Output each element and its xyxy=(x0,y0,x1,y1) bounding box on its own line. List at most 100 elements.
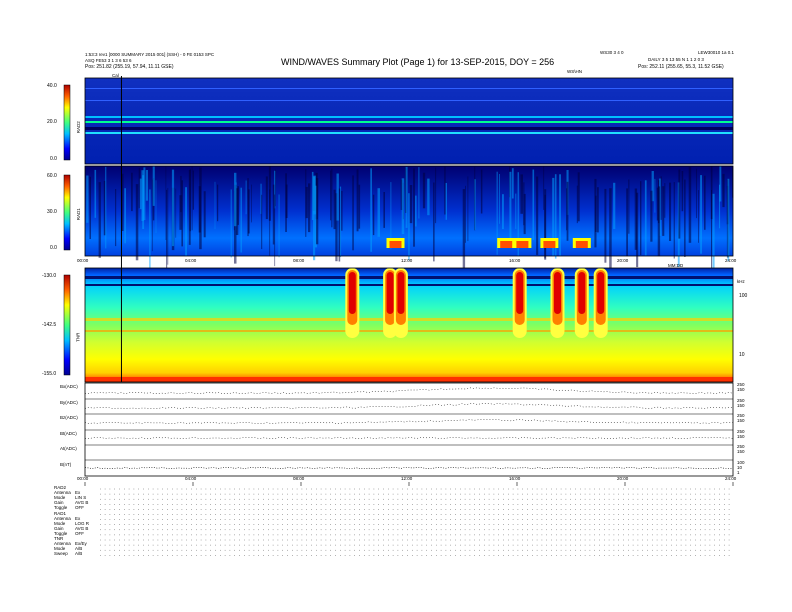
time-tick-label: 08:00 xyxy=(293,258,305,263)
rad1-streak xyxy=(595,195,597,232)
tnr-event-mark xyxy=(554,272,561,314)
time-tick-label: 12:00 xyxy=(401,476,413,481)
rad1-streak xyxy=(171,169,175,247)
rad1-streak xyxy=(444,166,446,215)
rad1-streak xyxy=(520,174,523,214)
footer-value: A/B xyxy=(75,551,83,557)
line-panel-scale: 150 xyxy=(737,434,745,439)
rad1-streak xyxy=(336,173,339,221)
rad1-streak xyxy=(597,187,599,233)
rad2-band-1 xyxy=(85,116,733,118)
rad1-streak xyxy=(98,182,101,258)
spectrogram-svg xyxy=(63,76,734,556)
rad1-streak xyxy=(261,194,263,250)
rad1-streak xyxy=(272,184,275,245)
rad1-streak xyxy=(139,178,142,210)
time-tick-label: 04:00 xyxy=(185,476,197,481)
rad1-streak xyxy=(175,188,177,238)
rad1-streak xyxy=(230,189,232,258)
rad1-streak xyxy=(654,178,656,213)
rad1-streak xyxy=(719,166,722,202)
tnr-event-mark xyxy=(597,272,605,314)
rad1-tick-bottom: 0.0 xyxy=(50,245,57,251)
rad1-streak xyxy=(405,166,408,228)
line-panel-label: Bt(ADC) xyxy=(60,431,77,436)
footer-key: Sweep xyxy=(54,551,68,557)
rad2-tick-mid: 20.0 xyxy=(47,119,57,125)
rad1-streak xyxy=(124,188,126,244)
rad1-streak xyxy=(245,180,247,215)
line-panel-scale: 150 xyxy=(737,403,745,408)
rad1-streak xyxy=(251,184,252,223)
rad1-streak xyxy=(203,191,206,238)
rad1-streak xyxy=(181,180,183,247)
rad1-streak xyxy=(370,168,372,252)
rad1-streak xyxy=(192,170,194,210)
rad1-streak xyxy=(644,180,647,256)
rad1-streak xyxy=(311,171,314,221)
tnr-tick-top: -130.0 xyxy=(42,273,57,279)
rad1-label: RAD1 xyxy=(75,208,81,221)
tnr-event-mark xyxy=(348,272,356,314)
rad1-streak xyxy=(408,193,410,261)
rad1-streak xyxy=(265,176,268,220)
rad2-tick-top: 40.0 xyxy=(47,83,57,89)
rad1-streak xyxy=(333,189,336,230)
rad1-streak xyxy=(700,175,702,254)
time-tick-label: 24:00 xyxy=(725,258,737,263)
rad1-streak xyxy=(559,174,561,256)
rad1-streak xyxy=(278,194,280,258)
line-panel-scale: 150 xyxy=(737,418,745,423)
rad2-band-5 xyxy=(85,88,733,89)
rad1-streak xyxy=(467,176,469,242)
tnr-tick-mid: -142.5 xyxy=(42,322,57,328)
rad1-streak xyxy=(657,186,661,257)
rad1-streak xyxy=(660,176,662,220)
time-tick-label: 16:00 xyxy=(509,476,521,481)
rad1-streak xyxy=(155,180,157,234)
rad1-streak xyxy=(240,187,242,253)
rad1-streak xyxy=(445,183,447,220)
rad1-streak xyxy=(131,172,133,212)
rad1-streak xyxy=(105,166,107,249)
rad1-streak xyxy=(234,172,237,227)
rad1-streak xyxy=(151,179,153,252)
line-panel-label: Bx(ADC) xyxy=(60,384,78,389)
rad1-streak xyxy=(515,193,517,229)
rad1-streak xyxy=(704,175,706,230)
rad1-streak xyxy=(480,169,483,214)
tnr-event-mark xyxy=(386,272,394,314)
rad1-streak xyxy=(268,166,271,221)
rad1-streak xyxy=(722,173,725,208)
rad2-band-2 xyxy=(85,121,733,123)
time-tick-label: 20:00 xyxy=(617,476,629,481)
tnr-dark-band-2 xyxy=(85,284,733,286)
rad1-streak xyxy=(89,176,91,239)
rad1-streak xyxy=(121,173,124,231)
line-panel-label: At(ADC) xyxy=(60,446,77,451)
rad1-streak xyxy=(356,169,359,232)
rad1-streak xyxy=(664,183,666,218)
rad1-streak xyxy=(352,175,354,251)
rad1-streak xyxy=(543,166,545,210)
rad1-streak xyxy=(422,172,426,209)
rad1-streak xyxy=(316,178,319,245)
tnr-event-mark xyxy=(516,272,524,314)
footer-value: OFF xyxy=(75,505,84,511)
rad1-streak xyxy=(152,166,155,206)
rad1-colorbar xyxy=(63,174,71,251)
rad1-streak xyxy=(415,195,417,227)
rad1-streak xyxy=(511,168,514,199)
rad1-streak xyxy=(640,181,642,256)
footer-value: OFF xyxy=(75,530,84,536)
line-panel-label: By(ADC) xyxy=(60,400,78,405)
rad1-streak xyxy=(626,188,628,257)
line-panel-scale: 150 xyxy=(737,387,745,392)
rad2-tick-bottom: 0.0 xyxy=(50,156,57,162)
rad1-streak xyxy=(401,178,405,235)
rad1-streak xyxy=(142,175,145,229)
rad1-streak xyxy=(566,188,568,231)
tnr-tick-bottom: -155.0 xyxy=(42,371,57,377)
rad1-streak xyxy=(149,189,151,271)
rad1-streak xyxy=(613,182,616,229)
